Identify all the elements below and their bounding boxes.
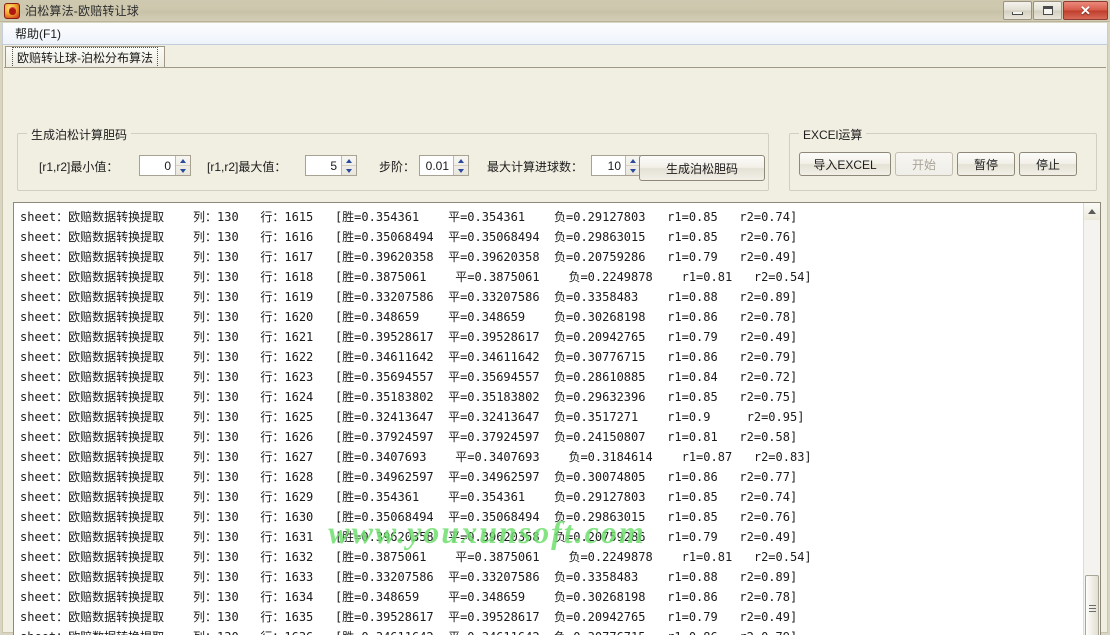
log-row: sheet：欧赔数据转换提取 列：130 行：1616 [胜=0.3506849… (20, 230, 798, 244)
maximize-icon (1042, 6, 1053, 15)
scroll-up-button[interactable] (1084, 203, 1100, 220)
log-row: sheet：欧赔数据转换提取 列：130 行：1636 [胜=0.3461164… (14, 627, 1083, 635)
log-row: sheet：欧赔数据转换提取 列：130 行：1618 [胜=0.3875061… (20, 270, 812, 284)
log-row: sheet：欧赔数据转换提取 列：130 行：1621 [胜=0.3952861… (20, 330, 798, 344)
log-row: sheet：欧赔数据转换提取 列：130 行：1625 [胜=0.3241364… (20, 410, 805, 424)
max-value-stepper[interactable]: 5 (305, 155, 357, 176)
menu-bar: 帮助(F1) (2, 23, 1108, 45)
chevron-down-icon (458, 168, 464, 173)
scrollbar-thumb[interactable] (1085, 575, 1099, 635)
minimize-button[interactable] (1003, 1, 1032, 20)
generate-poisson-button[interactable]: 生成泊松胆码 (639, 155, 765, 181)
min-value-spin-up[interactable] (176, 156, 190, 166)
max-value-input[interactable]: 5 (306, 156, 341, 175)
close-icon: ✕ (1080, 3, 1091, 18)
maximize-button[interactable] (1033, 1, 1062, 20)
max-value-spin-up[interactable] (342, 156, 356, 166)
menu-item-help[interactable]: 帮助(F1) (7, 23, 69, 44)
max-goals-input[interactable]: 10 (592, 156, 625, 175)
max-value-spin-down[interactable] (342, 166, 356, 175)
log-row: sheet：欧赔数据转换提取 列：130 行：1627 [胜=0.3407693… (20, 450, 812, 464)
log-scrollbar[interactable] (1083, 203, 1100, 635)
pause-button[interactable]: 暂停 (957, 152, 1015, 176)
min-value-spin-arrows[interactable] (175, 156, 190, 175)
step-stepper[interactable]: 0.01 (419, 155, 469, 176)
log-row: sheet：欧赔数据转换提取 列：130 行：1630 [胜=0.3506849… (20, 510, 798, 524)
stop-button[interactable]: 停止 (1019, 152, 1077, 176)
chevron-down-icon (346, 168, 352, 173)
application-window: 泊松算法-欧赔转让球 ✕ 帮助(F1) 欧赔转让球-泊松分布算法 生成泊松计算胆… (0, 0, 1110, 635)
scroll-up-icon (1088, 209, 1096, 214)
max-goals-spin-down[interactable] (626, 166, 640, 175)
max-goals-spin-up[interactable] (626, 156, 640, 166)
close-button[interactable]: ✕ (1063, 1, 1108, 20)
poisson-group-title: 生成泊松计算胆码 (27, 126, 132, 143)
tab-underline (4, 67, 1106, 68)
log-row: sheet：欧赔数据转换提取 列：130 行：1626 [胜=0.3792459… (20, 430, 798, 444)
label-step: 步阶： (379, 160, 416, 174)
log-row: sheet：欧赔数据转换提取 列：130 行：1623 [胜=0.3569455… (20, 370, 798, 384)
max-value-spin-arrows[interactable] (341, 156, 356, 175)
step-spin-up[interactable] (454, 156, 468, 166)
log-rows-container: sheet：欧赔数据转换提取 列：130 行：1615 [胜=0.354361 … (14, 207, 1083, 635)
log-row: sheet：欧赔数据转换提取 列：130 行：1628 [胜=0.3496259… (20, 470, 798, 484)
log-row: sheet：欧赔数据转换提取 列：130 行：1620 [胜=0.348659 … (20, 310, 798, 324)
step-spin-arrows[interactable] (453, 156, 468, 175)
log-row: sheet：欧赔数据转换提取 列：130 行：1615 [胜=0.354361 … (20, 210, 798, 224)
min-value-input[interactable]: 0 (140, 156, 175, 175)
log-row: sheet：欧赔数据转换提取 列：130 行：1633 [胜=0.3320758… (20, 570, 798, 584)
log-panel: sheet：欧赔数据转换提取 列：130 行：1615 [胜=0.354361 … (13, 202, 1101, 635)
log-row: sheet：欧赔数据转换提取 列：130 行：1624 [胜=0.3518380… (20, 390, 798, 404)
max-goals-spin-arrows[interactable] (625, 156, 640, 175)
window-controls: ✕ (1003, 1, 1108, 20)
chevron-up-icon (458, 158, 464, 163)
step-input[interactable]: 0.01 (420, 156, 453, 175)
start-button: 开始 (895, 152, 953, 176)
min-value-stepper[interactable]: 0 (139, 155, 191, 176)
step-spin-down[interactable] (454, 166, 468, 175)
tab-poisson-algorithm[interactable]: 欧赔转让球-泊松分布算法 (5, 46, 165, 68)
excel-group-title: EXCEl运算 (799, 126, 867, 143)
app-icon (4, 2, 20, 19)
log-row: sheet：欧赔数据转换提取 列：130 行：1619 [胜=0.3320758… (20, 290, 798, 304)
chevron-up-icon (180, 158, 186, 163)
grip-icon (1088, 604, 1096, 612)
max-goals-stepper[interactable]: 10 (591, 155, 641, 176)
chevron-down-icon (180, 168, 186, 173)
chevron-up-icon (346, 158, 352, 163)
client-area: 欧赔转让球-泊松分布算法 生成泊松计算胆码 [r1,r2]最小值： 0 [r1,… (2, 45, 1108, 635)
label-max-goals: 最大计算进球数： (487, 160, 584, 174)
log-row: sheet：欧赔数据转换提取 列：130 行：1629 [胜=0.354361 … (20, 490, 798, 504)
minimize-icon (1012, 12, 1023, 15)
window-title: 泊松算法-欧赔转让球 (25, 4, 139, 18)
log-row: sheet：欧赔数据转换提取 列：130 行：1631 [胜=0.3962035… (20, 530, 798, 544)
chevron-down-icon (630, 168, 636, 173)
label-max-value: [r1,r2]最大值： (207, 160, 287, 174)
log-row: sheet：欧赔数据转换提取 列：130 行：1622 [胜=0.3461164… (20, 350, 798, 364)
log-row: sheet：欧赔数据转换提取 列：130 行：1635 [胜=0.3952861… (20, 610, 798, 624)
tab-strip: 欧赔转让球-泊松分布算法 (4, 46, 1106, 68)
log-row: sheet：欧赔数据转换提取 列：130 行：1617 [胜=0.3962035… (20, 250, 798, 264)
min-value-spin-down[interactable] (176, 166, 190, 175)
log-row: sheet：欧赔数据转换提取 列：130 行：1634 [胜=0.348659 … (20, 590, 798, 604)
tab-label: 欧赔转让球-泊松分布算法 (12, 46, 158, 68)
chevron-up-icon (630, 158, 636, 163)
title-bar: 泊松算法-欧赔转让球 ✕ (0, 0, 1110, 22)
log-row: sheet：欧赔数据转换提取 列：130 行：1632 [胜=0.3875061… (20, 550, 812, 564)
log-viewport[interactable]: sheet：欧赔数据转换提取 列：130 行：1615 [胜=0.354361 … (14, 203, 1083, 635)
import-excel-button[interactable]: 导入EXCEL (799, 152, 891, 176)
label-min-value: [r1,r2]最小值： (39, 160, 119, 174)
